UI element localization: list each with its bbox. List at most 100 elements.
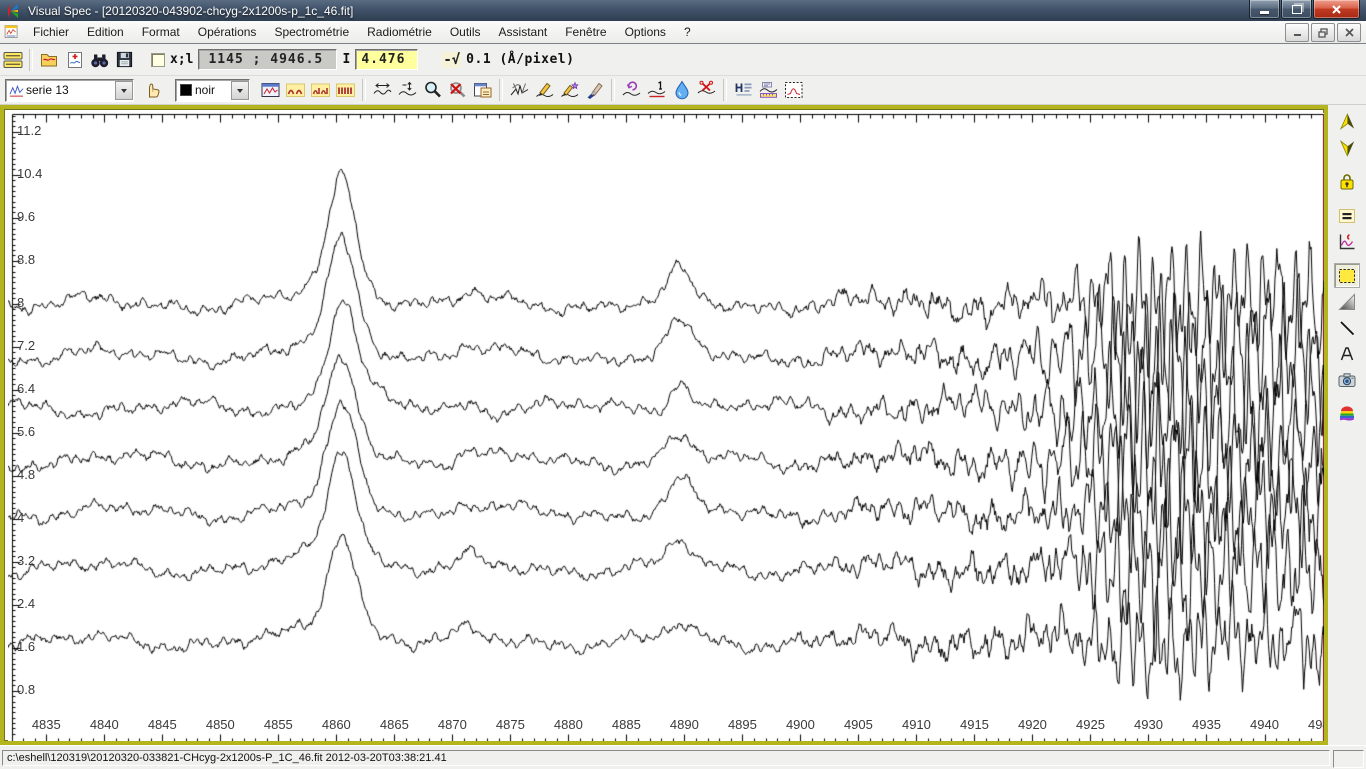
y-axis-label: 11.2: [17, 124, 41, 138]
series-combo[interactable]: serie 13: [5, 79, 134, 102]
multi-curves-button[interactable]: [507, 78, 532, 103]
chart-compare-icon: [1337, 232, 1357, 252]
zoom-off-button[interactable]: [445, 78, 470, 103]
menu-item-assistant[interactable]: Assistant: [490, 22, 557, 42]
toolbar-separator: [611, 79, 615, 101]
element-lines-button[interactable]: [731, 78, 756, 103]
edit-pencil-star-button[interactable]: [557, 78, 582, 103]
measure-ruler-button[interactable]: [756, 78, 781, 103]
equals-button[interactable]: [1334, 203, 1360, 228]
coordinate-value: 1145 ; 4946.5: [208, 52, 323, 67]
series-combo-arrow[interactable]: [115, 81, 133, 100]
x-axis-label: 4915: [955, 717, 993, 732]
toolbar-separator: [29, 49, 33, 71]
status-file-path: c:\eshell\120319\20120320-033821-CHcyg-2…: [2, 750, 1330, 766]
gradient-fill-icon: [1337, 292, 1357, 312]
x-axis-label: 4870: [433, 717, 471, 732]
menu-item-fenetre[interactable]: Fenêtre: [556, 22, 615, 42]
copy-window-icon: [472, 80, 493, 100]
menu-item-options[interactable]: Options: [616, 22, 675, 42]
new-page-button[interactable]: [62, 47, 87, 72]
paint-brush-button[interactable]: [582, 78, 607, 103]
continuum-c-button[interactable]: [333, 78, 358, 103]
edit-pencil-icon: [534, 80, 555, 100]
edit-pencil-button[interactable]: [532, 78, 557, 103]
close-button[interactable]: [1313, 0, 1360, 19]
normalize-one-button[interactable]: [644, 78, 669, 103]
mdi-close-icon: [1345, 28, 1354, 37]
status-extra-cell: [1333, 750, 1364, 768]
new-page-icon: [65, 50, 85, 70]
menu-item-spectrometrie[interactable]: Spectrométrie: [265, 22, 358, 42]
x-axis-label: 4835: [27, 717, 65, 732]
text-tool-icon: [1337, 344, 1357, 364]
mdi-close-button[interactable]: [1337, 23, 1361, 42]
cut-curve-button[interactable]: [694, 78, 719, 103]
series-glyph-icon: [9, 83, 24, 98]
display-mode-icon: [2, 50, 24, 70]
menu-item-edition[interactable]: Edition: [78, 22, 133, 42]
dispersion-radical-glyph: -√: [442, 52, 461, 68]
arrow-down-button[interactable]: [1334, 135, 1360, 160]
fit-vertical-icon: [397, 80, 418, 100]
undo-curve-button[interactable]: [619, 78, 644, 103]
coord-checkbox[interactable]: [151, 53, 165, 67]
lock-icon: [1337, 172, 1357, 192]
menu-item-operations[interactable]: Opérations: [189, 22, 266, 42]
menu-item-outils[interactable]: Outils: [441, 22, 490, 42]
spectrum-plot: 11.210.49.68.887.26.45.64.843.22.41.60.8…: [0, 105, 1328, 745]
chart-compare-button[interactable]: [1334, 229, 1360, 254]
gradient-fill-button[interactable]: [1334, 289, 1360, 314]
continuum-a-button[interactable]: [283, 78, 308, 103]
water-drop-button[interactable]: [669, 78, 694, 103]
coordinate-field[interactable]: 1145 ; 4946.5: [198, 49, 337, 70]
spectra-canvas[interactable]: [8, 113, 1326, 744]
hand-pointer-button[interactable]: [140, 78, 165, 103]
selection-box-button[interactable]: [1334, 263, 1360, 288]
text-tool-button[interactable]: [1334, 341, 1360, 366]
menu-item-format[interactable]: Format: [133, 22, 189, 42]
zoom-in-icon: [423, 80, 443, 100]
x-axis-label: 4940: [1246, 717, 1284, 732]
normalize-one-icon: [646, 80, 667, 100]
display-mode-button[interactable]: [0, 47, 25, 72]
menu-item-fichier[interactable]: Fichier: [24, 22, 78, 42]
save-floppy-button[interactable]: [112, 47, 137, 72]
y-axis-label: 9.6: [17, 210, 35, 224]
continuum-b-button[interactable]: [308, 78, 333, 103]
psf-profile-button[interactable]: [781, 78, 806, 103]
y-axis-label: 2.4: [17, 597, 35, 611]
menu-item-radiometrie[interactable]: Radiométrie: [358, 22, 441, 42]
y-axis-label: 0.8: [17, 683, 35, 697]
window-title: Visual Spec - [20120320-043902-chcyg-2x1…: [28, 4, 353, 18]
lock-button[interactable]: [1334, 169, 1360, 194]
palette-rainbow-button[interactable]: [1334, 401, 1360, 426]
color-combo[interactable]: noir: [175, 79, 250, 102]
copy-window-button[interactable]: [470, 78, 495, 103]
mdi-restore-icon: [1318, 28, 1328, 38]
binoculars-button[interactable]: [87, 47, 112, 72]
mdi-restore-button[interactable]: [1311, 23, 1335, 42]
restore-button[interactable]: [1281, 0, 1312, 19]
mdi-minimize-button[interactable]: [1285, 23, 1309, 42]
intensity-field[interactable]: 4.476: [355, 49, 418, 70]
x-axis-label: 4920: [1013, 717, 1051, 732]
zoom-in-button[interactable]: [420, 78, 445, 103]
camera-button[interactable]: [1334, 367, 1360, 392]
display-window-button[interactable]: [258, 78, 283, 103]
restore-icon: [1292, 5, 1302, 14]
equals-icon: [1337, 206, 1357, 226]
fit-vertical-button[interactable]: [395, 78, 420, 103]
dispersion-text: 0.1 (Å/pixel): [466, 52, 574, 67]
arrow-up-button[interactable]: [1334, 109, 1360, 134]
color-combo-arrow[interactable]: [231, 81, 249, 100]
menu-item-help[interactable]: ?: [675, 22, 700, 42]
measure-ruler-icon: [758, 80, 779, 100]
line-tool-button[interactable]: [1334, 315, 1360, 340]
statusbar: c:\eshell\120319\20120320-033821-CHcyg-2…: [0, 745, 1366, 769]
minimize-button[interactable]: [1249, 0, 1280, 19]
open-folder-button[interactable]: [37, 47, 62, 72]
fit-horizontal-button[interactable]: [370, 78, 395, 103]
x-axis-label: 4850: [201, 717, 239, 732]
y-axis-label: 5.6: [17, 425, 35, 439]
